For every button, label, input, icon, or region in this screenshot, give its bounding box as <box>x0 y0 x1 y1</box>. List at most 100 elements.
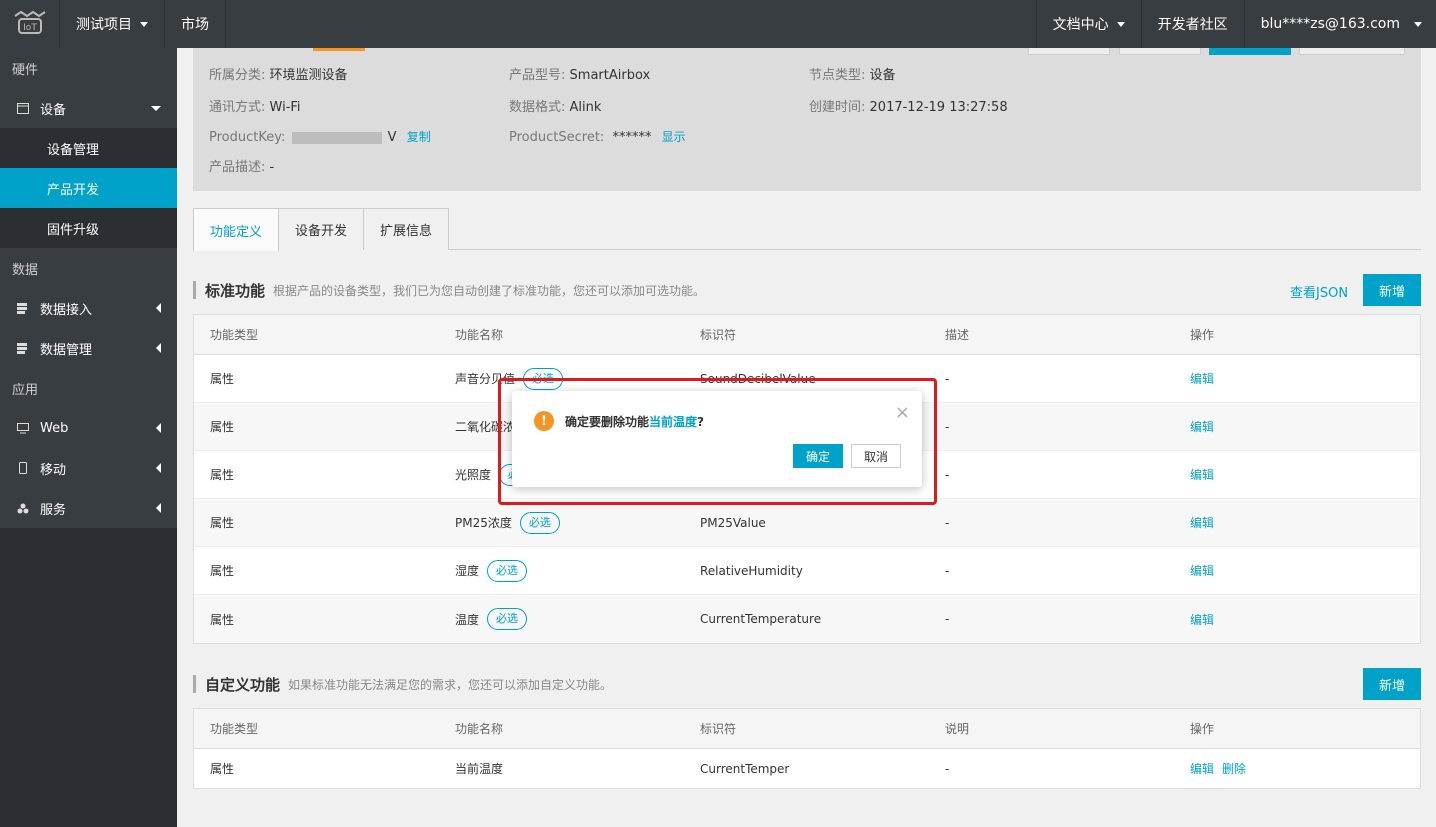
sidebar-item-web[interactable]: Web <box>0 408 177 448</box>
dialog-message: 确定要删除功能当前温度? <box>565 413 704 430</box>
sidebar: 硬件 设备 设备管理 产品开发 固件升级 数据 数据接入 数据管理 应用 Web <box>0 48 177 827</box>
community-link[interactable]: 开发者社区 <box>1140 0 1244 48</box>
database-icon <box>16 302 30 314</box>
standard-section-header: 标准功能 根据产品的设备类型，我们已为您自动创建了标准功能，您还可以添加可选功能… <box>193 280 705 300</box>
edit-link[interactable]: 编辑 <box>1190 514 1214 531</box>
cell-identifier: CurrentTemperature <box>700 612 822 626</box>
cell-type: 属性 <box>210 516 235 530</box>
info-format: 数据格式: Alink <box>509 100 602 115</box>
delete-link[interactable]: 删除 <box>1222 760 1246 777</box>
market-link[interactable]: 市场 <box>165 0 226 48</box>
chevron-down-icon <box>151 105 161 111</box>
table-row: 属性 PM25浓度 必选 PM25Value - 编辑 <box>194 499 1420 547</box>
cell-identifier: RelativeHumidity <box>700 563 803 578</box>
edit-link[interactable]: 编辑 <box>1190 418 1214 435</box>
sidebar-item-firmware[interactable]: 固件升级 <box>0 208 177 248</box>
masked-value <box>291 131 382 144</box>
logo[interactable]: IoT <box>0 0 60 48</box>
logo-icon: IoT <box>13 10 46 34</box>
sidebar-item-device-manage[interactable]: 设备管理 <box>0 128 177 168</box>
sidebar-item-device[interactable]: 设备 <box>0 88 177 128</box>
edit-link[interactable]: 编辑 <box>1190 562 1214 579</box>
message-suffix: ? <box>697 415 704 429</box>
add-custom-button[interactable]: 新增 <box>1363 668 1421 700</box>
section-title: 自定义功能 <box>205 675 281 694</box>
header-cell: 功能类型 <box>210 328 259 342</box>
cell-op: 编辑 <box>1174 562 1420 579</box>
edit-link[interactable]: 编辑 <box>1190 370 1214 387</box>
cell-desc: - <box>945 419 950 434</box>
project-label: 测试项目 <box>76 17 132 33</box>
cell-desc: - <box>945 467 950 482</box>
header-cell: 操作 <box>1190 328 1215 342</box>
edit-link[interactable]: 编辑 <box>1190 611 1214 628</box>
sidebar-item-mobile[interactable]: 移动 <box>0 448 177 488</box>
cell-desc: - <box>945 515 950 530</box>
edit-link[interactable]: 编辑 <box>1190 466 1214 483</box>
chevron-down-icon <box>140 21 148 27</box>
show-link[interactable]: 显示 <box>662 130 686 144</box>
project-dropdown[interactable]: 测试项目 <box>60 0 165 48</box>
sidebar-item-label: 数据接入 <box>40 302 93 318</box>
sidebar-item-data-manage[interactable]: 数据管理 <box>0 328 177 368</box>
sidebar-item-label: 服务 <box>40 502 67 518</box>
cell-desc: - <box>945 371 950 386</box>
cell-op: 编辑 删除 <box>1174 760 1420 777</box>
sidebar-item-service[interactable]: 服务 <box>0 488 177 528</box>
cell-desc: - <box>945 761 950 776</box>
sidebar-group-hardware: 硬件 <box>0 48 177 88</box>
svg-text:IoT: IoT <box>23 23 37 33</box>
section-title: 标准功能 <box>205 281 266 300</box>
cell-identifier: CurrentTemper <box>700 761 790 776</box>
close-icon[interactable]: × <box>895 404 910 422</box>
table-row: 属性 温度 必选 CurrentTemperature - 编辑 <box>194 595 1420 643</box>
sidebar-group-data: 数据 <box>0 248 177 288</box>
info-product-key: ProductKey: V 复制 <box>209 130 431 145</box>
header-cell: 说明 <box>945 722 970 736</box>
custom-table: 功能类型 功能名称 标识符 说明 操作 属性 当前温度 CurrentTempe… <box>193 708 1421 789</box>
header-cell: 标识符 <box>700 328 737 342</box>
header-cell: 操作 <box>1190 722 1215 736</box>
mobile-icon <box>16 462 30 474</box>
message-highlight: 当前温度 <box>649 415 698 429</box>
tab-extension-info[interactable]: 扩展信息 <box>364 208 450 250</box>
market-label: 市场 <box>181 17 209 33</box>
chevron-left-icon <box>156 503 161 513</box>
table-row: 属性 湿度 必选 RelativeHumidity - 编辑 <box>194 547 1420 595</box>
cell-type: 属性 <box>210 564 235 578</box>
confirm-button[interactable]: 确定 <box>793 444 843 468</box>
sidebar-item-data-access[interactable]: 数据接入 <box>0 288 177 328</box>
info-node-type: 节点类型: 设备 <box>809 68 896 83</box>
toolbar-button[interactable] <box>1299 48 1405 55</box>
section-bar <box>193 675 196 693</box>
cell-desc: - <box>945 563 950 578</box>
community-label: 开发者社区 <box>1157 17 1228 33</box>
info-description: 产品描述: - <box>209 160 275 175</box>
view-json-link[interactable]: 查看JSON <box>1290 282 1348 301</box>
docs-dropdown[interactable]: 文档中心 <box>1035 0 1141 48</box>
copy-link[interactable]: 复制 <box>407 130 431 144</box>
add-standard-button[interactable]: 新增 <box>1363 274 1421 306</box>
sidebar-item-product-dev[interactable]: 产品开发 <box>0 168 177 208</box>
header-cell: 功能名称 <box>455 328 504 342</box>
user-email: blu****zs@163.com <box>1260 16 1400 32</box>
function-name: 湿度 <box>455 564 480 578</box>
tab-function-def[interactable]: 功能定义 <box>193 208 280 251</box>
chevron-left-icon <box>156 463 161 473</box>
sidebar-item-label: 数据管理 <box>40 342 93 358</box>
edit-link[interactable]: 编辑 <box>1190 760 1214 777</box>
required-badge: 必选 <box>487 608 528 630</box>
tab-device-dev[interactable]: 设备开发 <box>279 208 365 250</box>
cell-op: 编辑 <box>1174 611 1420 628</box>
toolbar-button-primary[interactable] <box>1209 48 1291 55</box>
header-cell: 功能类型 <box>210 722 259 736</box>
cell-type: 属性 <box>210 372 235 386</box>
database-icon <box>16 342 30 354</box>
toolbar-button[interactable] <box>1119 48 1201 55</box>
toolbar-button[interactable] <box>1028 48 1110 55</box>
user-dropdown[interactable]: blu****zs@163.com <box>1243 0 1436 48</box>
cubes-icon <box>16 503 30 514</box>
section-desc: 如果标准功能无法满足您的需求，您还可以添加自定义功能。 <box>288 677 613 692</box>
cancel-button[interactable]: 取消 <box>851 444 901 468</box>
chevron-down-icon <box>1116 21 1125 27</box>
